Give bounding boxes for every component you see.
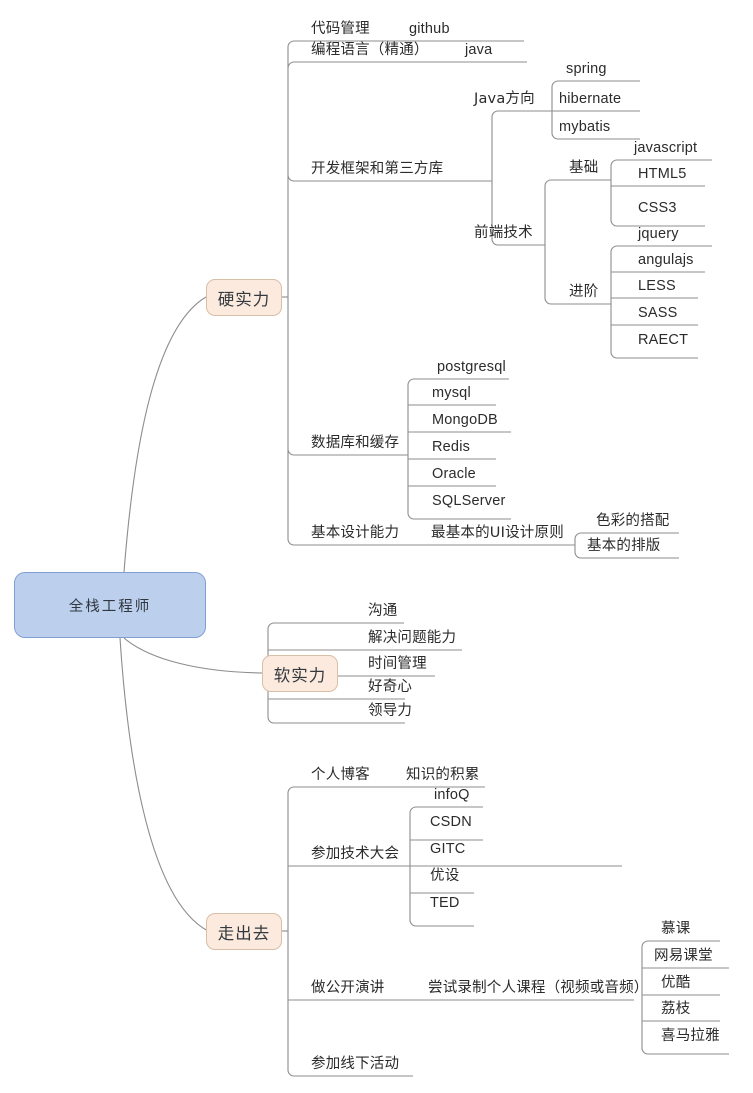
node-frontend-advanced[interactable]: 进阶 [563, 285, 604, 303]
branch-out[interactable]: 走出去 [206, 913, 282, 950]
node-frameworks[interactable]: 开发框架和第三方库 [305, 162, 449, 180]
edge-root-soft [123, 637, 263, 674]
branch-hard[interactable]: 硬实力 [206, 279, 282, 316]
joint-adv-5 [610, 351, 698, 359]
node-offline-events[interactable]: 参加线下活动 [305, 1057, 405, 1075]
node-ximalaya[interactable]: 喜马拉雅 [655, 1029, 726, 1047]
node-ui-principle[interactable]: 最基本的UI设计原则 [425, 526, 570, 544]
node-public-speaking[interactable]: 做公开演讲 [305, 981, 391, 999]
node-html5[interactable]: HTML5 [632, 167, 693, 185]
node-programming-language[interactable]: 编程语言（精通） [305, 43, 435, 61]
node-frontend-basic[interactable]: 基础 [563, 161, 604, 179]
node-color-matching[interactable]: 色彩的搭配 [590, 514, 676, 532]
node-javascript[interactable]: javascript [628, 141, 703, 159]
node-code-management[interactable]: 代码管理 [305, 22, 376, 40]
node-personal-blog[interactable]: 个人博客 [305, 768, 376, 786]
node-css3[interactable]: CSS3 [632, 201, 683, 219]
node-mybatis[interactable]: mybatis [553, 120, 616, 138]
node-spring[interactable]: spring [560, 62, 613, 80]
node-design-ability[interactable]: 基本设计能力 [305, 526, 405, 544]
joint-soft-1 [267, 622, 404, 630]
node-angulajs[interactable]: angulajs [632, 253, 700, 271]
node-less[interactable]: LESS [632, 279, 682, 297]
joint-java-1 [551, 80, 640, 88]
node-knowledge-accumulation[interactable]: 知识的积累 [400, 768, 486, 786]
root-node[interactable]: 全栈工程师 [14, 572, 206, 638]
node-github[interactable]: github [403, 22, 456, 40]
joint-conf-5 [409, 919, 474, 927]
node-oracle[interactable]: Oracle [426, 467, 482, 485]
node-jquery[interactable]: jquery [632, 227, 685, 245]
joint-hard-2 [287, 61, 527, 69]
root-label: 全栈工程师 [68, 598, 152, 615]
joint-plat-5 [641, 1047, 729, 1055]
node-postgresql[interactable]: postgresql [431, 360, 512, 378]
node-problem-solving[interactable]: 解决问题能力 [362, 631, 462, 649]
node-attend-conference[interactable]: 参加技术大会 [305, 847, 405, 865]
node-gitc[interactable]: GITC [424, 842, 471, 860]
node-netease-classroom[interactable]: 网易课堂 [648, 949, 719, 967]
branch-hard-label: 硬实力 [217, 289, 271, 309]
node-sass[interactable]: SASS [632, 306, 684, 324]
node-java-direction[interactable]: Java方向 [468, 92, 541, 110]
node-record-course[interactable]: 尝试录制个人课程（视频或音频） [422, 981, 655, 999]
branch-out-label: 走出去 [217, 923, 271, 943]
node-database[interactable]: 数据库和缓存 [305, 436, 405, 454]
node-curiosity[interactable]: 好奇心 [362, 680, 418, 698]
branch-soft-label: 软实力 [273, 665, 327, 685]
node-frontend-tech[interactable]: 前端技术 [468, 226, 539, 244]
node-raect[interactable]: RAECT [632, 333, 694, 351]
node-sqlserver[interactable]: SQLServer [426, 494, 512, 512]
node-mongodb[interactable]: MongoDB [426, 413, 504, 431]
joint-fw-java [491, 110, 552, 118]
node-leadership[interactable]: 领导力 [362, 704, 418, 722]
joint-db-6 [407, 512, 511, 520]
node-redis[interactable]: Redis [426, 440, 476, 458]
branch-soft[interactable]: 软实力 [262, 655, 338, 692]
node-hibernate[interactable]: hibernate [553, 92, 627, 110]
node-communication[interactable]: 沟通 [362, 604, 403, 622]
node-java[interactable]: java [459, 43, 498, 61]
mindmap-canvas: 全栈工程师 硬实力 软实力 走出去 代码管理 github 编程语言（精通） j… [0, 0, 753, 1093]
node-csdn[interactable]: CSDN [424, 815, 478, 833]
node-uisdc[interactable]: 优设 [424, 869, 465, 887]
joint-plat-1 [641, 940, 720, 948]
node-basic-typography[interactable]: 基本的排版 [581, 539, 667, 557]
joint-fe-basic [544, 179, 611, 187]
node-lizhi[interactable]: 荔枝 [655, 1002, 696, 1020]
node-youku[interactable]: 优酷 [655, 976, 696, 994]
joint-conf-1 [409, 806, 483, 814]
node-mysql[interactable]: mysql [426, 386, 477, 404]
node-ted[interactable]: TED [424, 896, 466, 914]
node-time-management[interactable]: 时间管理 [362, 657, 433, 675]
edge-root-out [119, 637, 209, 932]
node-infoq[interactable]: infoQ [428, 788, 476, 806]
edge-root-hard [123, 296, 207, 573]
node-mooc[interactable]: 慕课 [655, 922, 696, 940]
